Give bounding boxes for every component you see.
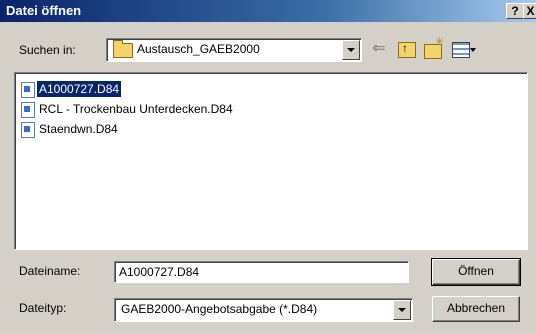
file-list[interactable]: A1000727.D84 RCL - Trockenbau Unterdecke… bbox=[14, 72, 528, 250]
file-icon bbox=[21, 102, 35, 118]
title-bar[interactable]: Datei öffnen ? X bbox=[0, 0, 536, 22]
folder-icon bbox=[113, 40, 133, 58]
chevron-down-icon[interactable] bbox=[342, 40, 360, 60]
filename-input[interactable]: A1000727.D84 bbox=[114, 261, 409, 283]
file-name: Staendwn.D84 bbox=[39, 122, 118, 136]
help-button[interactable]: ? bbox=[506, 3, 524, 19]
up-folder-icon[interactable] bbox=[398, 41, 416, 58]
chevron-down-icon[interactable] bbox=[393, 300, 411, 320]
filetype-value: GAEB2000-Angebotsabgabe (*.D84) bbox=[121, 302, 318, 316]
filename-label: Dateiname: bbox=[19, 264, 81, 278]
window-title: Datei öffnen bbox=[6, 3, 82, 18]
filetype-dropdown[interactable]: GAEB2000-Angebotsabgabe (*.D84) bbox=[114, 298, 413, 322]
look-in-value: Austausch_GAEB2000 bbox=[137, 42, 260, 56]
file-name: A1000727.D84 bbox=[37, 81, 122, 97]
cancel-button[interactable]: Abbrechen bbox=[432, 296, 520, 322]
file-name: RCL - Trockenbau Unterdecken.D84 bbox=[39, 102, 233, 116]
view-menu-chevron-icon[interactable] bbox=[470, 48, 476, 52]
back-arrow-icon[interactable]: ⇐ bbox=[370, 40, 388, 58]
filetype-label: Dateityp: bbox=[19, 301, 67, 315]
close-button[interactable]: X bbox=[523, 3, 536, 19]
file-icon bbox=[21, 122, 35, 138]
look-in-label: Suchen in: bbox=[19, 43, 76, 57]
filename-value: A1000727.D84 bbox=[119, 265, 200, 279]
look-in-dropdown[interactable]: Austausch_GAEB2000 bbox=[106, 38, 362, 62]
file-open-dialog: Datei öffnen ? X Suchen in: Austausch_GA… bbox=[0, 0, 536, 334]
new-folder-icon[interactable] bbox=[424, 35, 444, 59]
open-button[interactable]: Öffnen bbox=[431, 258, 521, 286]
view-menu-icon[interactable] bbox=[452, 42, 470, 58]
file-icon bbox=[21, 82, 35, 98]
